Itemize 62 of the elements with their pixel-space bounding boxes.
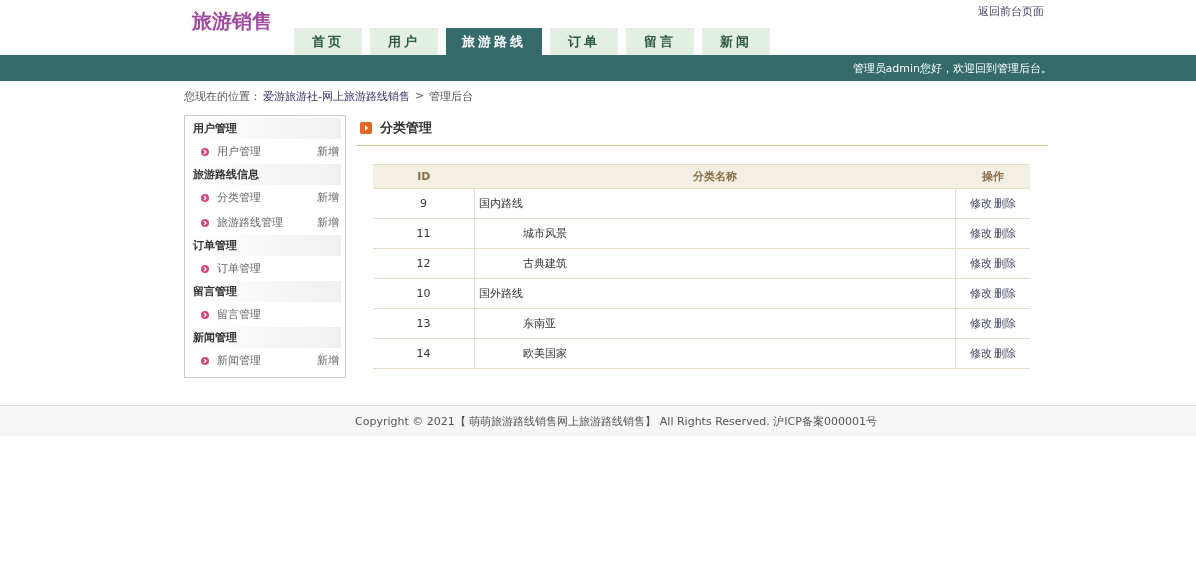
column-header: 操作 <box>955 164 1030 189</box>
bullet-icon <box>201 218 209 227</box>
add-link[interactable]: 新增 <box>317 353 339 368</box>
sidebar-section-title: 旅游路线信息 <box>189 164 341 185</box>
breadcrumb-label: 您现在的位置： <box>184 89 261 105</box>
sidebar-item[interactable]: 订单管理 <box>217 261 341 276</box>
nav-tab[interactable]: 旅游路线 <box>446 28 542 55</box>
sidebar-section-title: 新闻管理 <box>189 327 341 348</box>
bullet-icon <box>201 264 209 273</box>
category-name: 国内路线 <box>479 197 523 210</box>
action-link[interactable]: 修改 <box>970 197 992 210</box>
copyright-text: Copyright © 2021【 萌萌旅游路线销售网上旅游路线销售】 All Rights Reserved. 沪ICP备案000001号 <box>355 413 877 429</box>
bullet-icon <box>201 193 209 202</box>
breadcrumb-current: 管理后台 <box>429 89 474 105</box>
action-link[interactable]: 修改 <box>970 317 992 330</box>
table-cell: 10 <box>373 278 475 309</box>
action-link[interactable]: 修改 <box>970 287 992 300</box>
action-link[interactable]: 修改 <box>970 257 992 270</box>
table-cell: 9 <box>373 188 475 219</box>
action-link[interactable]: 删除 <box>994 257 1016 270</box>
action-link[interactable]: 删除 <box>994 317 1016 330</box>
sidebar-item[interactable]: 用户管理 <box>217 144 317 159</box>
nav-tab[interactable]: 用户 <box>370 28 438 55</box>
category-name: 古典建筑 <box>523 257 567 270</box>
nav-tab[interactable]: 首页 <box>294 28 362 55</box>
sidebar-item[interactable]: 新闻管理 <box>217 353 317 368</box>
sidebar-section-title: 用户管理 <box>189 118 341 139</box>
sidebar-section-title: 订单管理 <box>189 235 341 256</box>
back-link[interactable]: 返回前台页面 <box>978 4 1044 19</box>
breadcrumb-link[interactable]: 爱游旅游社-网上旅游路线销售 <box>263 89 410 115</box>
action-link[interactable]: 删除 <box>994 287 1016 300</box>
bullet-icon <box>201 310 209 319</box>
add-link[interactable]: 新增 <box>317 144 339 159</box>
bullet-icon <box>201 356 209 365</box>
breadcrumb-separator: > <box>415 89 425 104</box>
column-header: 分类名称 <box>474 164 956 189</box>
panel-title: 分类管理 <box>380 119 432 137</box>
nav-tab[interactable]: 订单 <box>550 28 618 55</box>
sidebar-item[interactable]: 留言管理 <box>217 307 341 322</box>
category-name: 欧美国家 <box>523 347 567 360</box>
table-cell: 11 <box>373 218 475 249</box>
site-logo: 旅游销售 <box>192 8 272 35</box>
category-name: 东南亚 <box>523 317 556 330</box>
action-link[interactable]: 修改 <box>970 347 992 360</box>
table-cell: 13 <box>373 308 475 339</box>
column-header: ID <box>373 164 475 189</box>
welcome-text: 管理员admin您好，欢迎回到管理后台。 <box>852 60 1052 76</box>
add-link[interactable]: 新增 <box>317 190 339 205</box>
sidebar-item[interactable]: 旅游路线管理 <box>217 215 317 230</box>
action-link[interactable]: 删除 <box>994 227 1016 240</box>
bullet-icon <box>201 147 209 156</box>
table-cell: 12 <box>373 248 475 279</box>
nav-tab[interactable]: 新闻 <box>702 28 770 55</box>
action-link[interactable]: 删除 <box>994 197 1016 210</box>
action-link[interactable]: 修改 <box>970 227 992 240</box>
nav-tab[interactable]: 留言 <box>626 28 694 55</box>
category-name: 国外路线 <box>479 287 523 300</box>
add-link[interactable]: 新增 <box>317 215 339 230</box>
action-link[interactable]: 删除 <box>994 347 1016 360</box>
table-cell: 14 <box>373 338 475 369</box>
sidebar-item[interactable]: 分类管理 <box>217 190 317 205</box>
category-name: 城市风景 <box>523 227 567 240</box>
